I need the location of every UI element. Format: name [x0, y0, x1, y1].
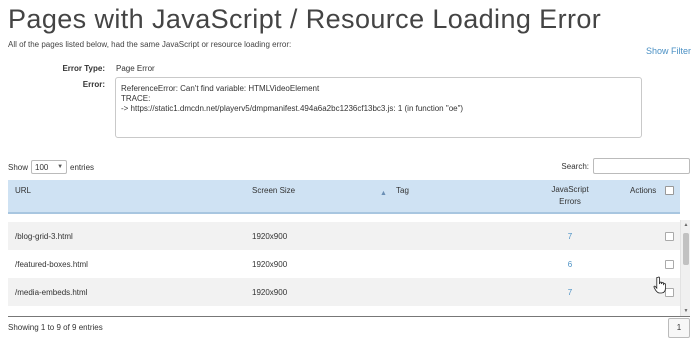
- row-checkbox[interactable]: [665, 260, 674, 269]
- show-filter-link[interactable]: Show Filter: [646, 46, 691, 56]
- error-trace-label: TRACE:: [121, 94, 151, 103]
- js-errors-header-line2: Errors: [559, 197, 581, 206]
- scroll-thumb[interactable]: [683, 233, 689, 265]
- scroll-up-icon[interactable]: ▲: [681, 220, 691, 230]
- table-row[interactable]: /featured-boxes.html 1920x900 6: [8, 250, 680, 278]
- entries-length-control: Show 100 ▼ entries: [8, 160, 94, 174]
- page-title: Pages with JavaScript / Resource Loading…: [8, 4, 602, 34]
- column-header-tag[interactable]: Tag: [396, 186, 409, 195]
- cell-screen-size: 1920x900: [252, 288, 288, 297]
- cell-screen-size: 1920x900: [252, 260, 288, 269]
- search-input[interactable]: [593, 158, 690, 174]
- cell-url[interactable]: /featured-boxes.html: [15, 260, 88, 269]
- column-header-actions: Actions: [630, 186, 657, 195]
- table-header: URL Screen Size ▲ Tag JavaScript Errors …: [8, 180, 680, 214]
- select-all-checkbox[interactable]: [665, 186, 674, 195]
- table-info: Showing 1 to 9 of 9 entries: [8, 323, 103, 332]
- cell-url[interactable]: /media-embeds.html: [15, 288, 87, 297]
- cell-js-errors[interactable]: 6: [538, 260, 602, 269]
- column-header-js-errors[interactable]: JavaScript Errors: [538, 184, 602, 208]
- cell-js-errors[interactable]: 7: [538, 288, 602, 297]
- scroll-down-icon[interactable]: ▼: [681, 306, 691, 316]
- table-body: /blog-grid-3.html 1920x900 7 /featured-b…: [8, 220, 688, 316]
- show-label: Show: [8, 162, 29, 172]
- chevron-down-icon: ▼: [57, 164, 64, 170]
- error-type-label: Error Type:: [62, 64, 105, 73]
- column-header-url[interactable]: URL: [15, 186, 31, 195]
- search-control: Search:: [561, 158, 690, 174]
- entries-label: entries: [70, 162, 95, 172]
- column-header-screen-size[interactable]: Screen Size: [252, 186, 295, 195]
- cell-url[interactable]: /blog-grid-3.html: [15, 232, 73, 241]
- cell-js-errors[interactable]: 7: [538, 232, 602, 241]
- error-message: ReferenceError: Can't find variable: HTM…: [121, 84, 320, 93]
- sort-ascending-icon[interactable]: ▲: [380, 190, 387, 197]
- cell-screen-size: 1920x900: [252, 232, 288, 241]
- error-trace-line: -> https://static1.dmcdn.net/playerv5/dm…: [121, 104, 464, 113]
- entries-select[interactable]: 100 ▼: [31, 160, 68, 174]
- table-scrollbar[interactable]: ▲ ▼: [680, 220, 690, 316]
- hand-pointer-icon: [653, 276, 666, 294]
- entries-select-value: 100: [35, 162, 49, 172]
- page-subtitle: All of the pages listed below, had the s…: [8, 40, 292, 49]
- row-checkbox[interactable]: [665, 232, 674, 241]
- error-type-value: Page Error: [116, 64, 155, 73]
- table-bottom-border: [8, 316, 690, 317]
- table-row[interactable]: /media-embeds.html 1920x900 7: [8, 278, 680, 306]
- error-label: Error:: [82, 80, 105, 89]
- js-errors-header-line1: JavaScript: [551, 185, 589, 194]
- table-row[interactable]: /blog-grid-3.html 1920x900 7: [8, 222, 680, 250]
- search-label: Search:: [561, 161, 589, 171]
- error-details-box: ReferenceError: Can't find variable: HTM…: [115, 77, 642, 138]
- pagination-page-button[interactable]: 1: [668, 318, 690, 338]
